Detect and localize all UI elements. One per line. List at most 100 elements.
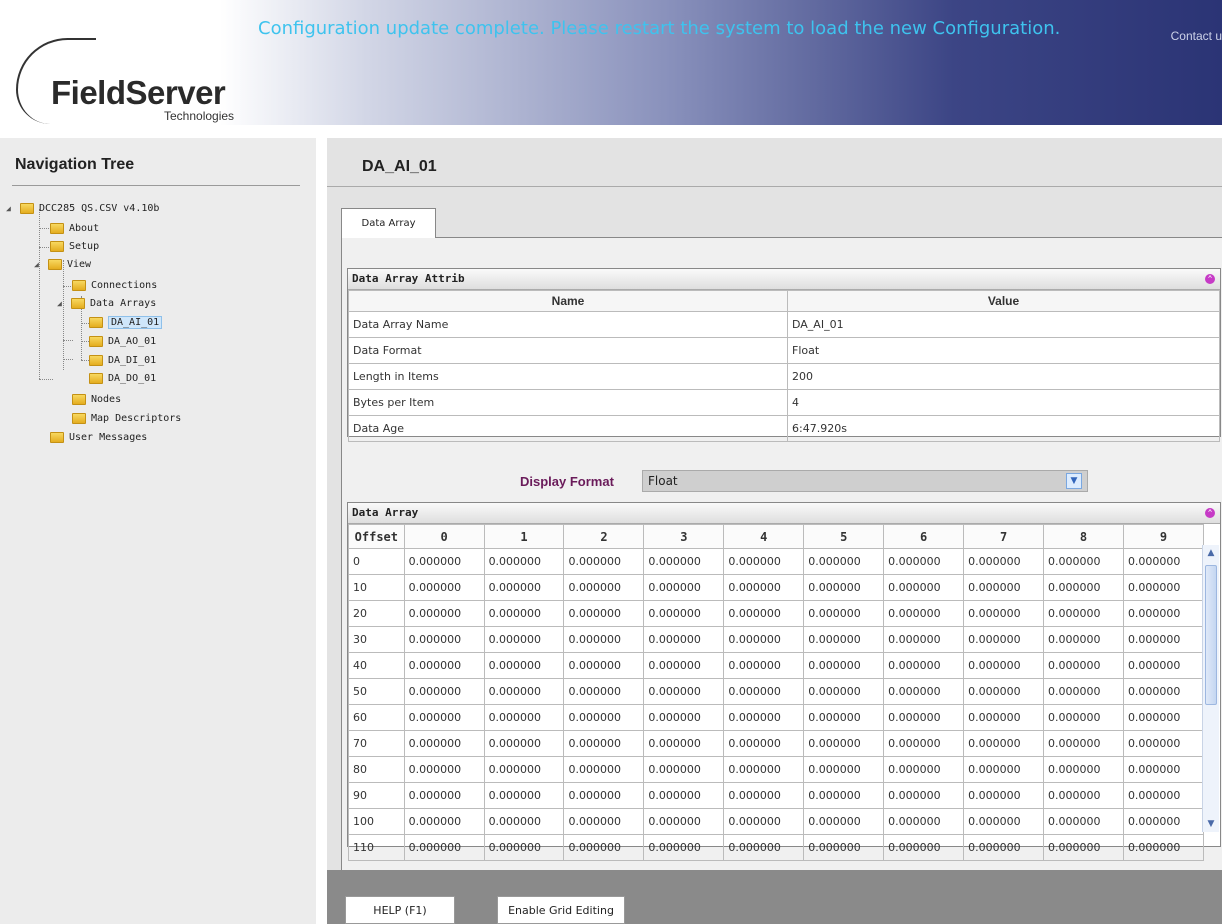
grid-value-cell[interactable]: 0.000000 xyxy=(963,730,1045,757)
grid-value-cell[interactable]: 0.000000 xyxy=(1122,756,1205,783)
grid-value-cell[interactable]: 0.000000 xyxy=(723,834,805,861)
grid-value-cell[interactable]: 0.000000 xyxy=(803,678,885,705)
grid-value-cell[interactable]: 0.000000 xyxy=(883,548,965,575)
grid-value-cell[interactable]: 0.000000 xyxy=(483,834,565,861)
grid-value-cell[interactable]: 0.000000 xyxy=(723,704,805,731)
grid-value-cell[interactable]: 0.000000 xyxy=(803,652,885,679)
grid-value-cell[interactable]: 0.000000 xyxy=(1122,548,1205,575)
grid-value-cell[interactable]: 0.000000 xyxy=(483,626,565,653)
grid-value-cell[interactable]: 0.000000 xyxy=(1043,782,1124,809)
grid-value-cell[interactable]: 0.000000 xyxy=(403,704,485,731)
tree-node-nodes-item[interactable]: Nodes xyxy=(72,391,121,408)
tree-node-map-descriptors[interactable]: Map Descriptors xyxy=(72,410,181,427)
grid-value-cell[interactable]: 0.000000 xyxy=(1122,782,1205,809)
grid-value-cell[interactable]: 0.000000 xyxy=(803,834,885,861)
grid-value-cell[interactable]: 0.000000 xyxy=(803,730,885,757)
grid-value-cell[interactable]: 0.000000 xyxy=(963,574,1045,601)
grid-value-cell[interactable]: 0.000000 xyxy=(963,782,1045,809)
collapse-icon[interactable]: ⌃ xyxy=(1205,274,1215,284)
grid-value-cell[interactable]: 0.000000 xyxy=(963,704,1045,731)
tree-node-setup[interactable]: Setup xyxy=(50,238,99,255)
tree-node-view[interactable]: ◢ View xyxy=(34,256,91,273)
grid-value-cell[interactable]: 0.000000 xyxy=(883,730,965,757)
grid-value-cell[interactable]: 0.000000 xyxy=(1122,834,1205,861)
grid-value-cell[interactable]: 0.000000 xyxy=(963,600,1045,627)
grid-value-cell[interactable]: 0.000000 xyxy=(403,626,485,653)
grid-value-cell[interactable]: 0.000000 xyxy=(963,626,1045,653)
grid-value-cell[interactable]: 0.000000 xyxy=(483,574,565,601)
grid-value-cell[interactable]: 0.000000 xyxy=(1043,704,1124,731)
grid-value-cell[interactable]: 0.000000 xyxy=(963,834,1045,861)
grid-value-cell[interactable]: 0.000000 xyxy=(1043,730,1124,757)
grid-value-cell[interactable]: 0.000000 xyxy=(883,652,965,679)
grid-value-cell[interactable]: 0.000000 xyxy=(563,834,645,861)
grid-value-cell[interactable]: 0.000000 xyxy=(643,834,725,861)
grid-value-cell[interactable]: 0.000000 xyxy=(723,678,805,705)
grid-value-cell[interactable]: 0.000000 xyxy=(563,548,645,575)
grid-value-cell[interactable]: 0.000000 xyxy=(483,730,565,757)
grid-value-cell[interactable]: 0.000000 xyxy=(883,834,965,861)
contact-link[interactable]: Contact u xyxy=(1171,29,1222,43)
grid-value-cell[interactable]: 0.000000 xyxy=(563,756,645,783)
grid-value-cell[interactable]: 0.000000 xyxy=(1043,678,1124,705)
grid-value-cell[interactable]: 0.000000 xyxy=(883,626,965,653)
help-button[interactable]: HELP (F1) xyxy=(345,896,455,924)
grid-value-cell[interactable]: 0.000000 xyxy=(643,730,725,757)
grid-value-cell[interactable]: 0.000000 xyxy=(1043,574,1124,601)
grid-value-cell[interactable]: 0.000000 xyxy=(723,600,805,627)
grid-value-cell[interactable]: 0.000000 xyxy=(883,704,965,731)
grid-value-cell[interactable]: 0.000000 xyxy=(563,652,645,679)
grid-value-cell[interactable]: 0.000000 xyxy=(963,808,1045,835)
scroll-thumb[interactable] xyxy=(1205,565,1217,705)
grid-value-cell[interactable]: 0.000000 xyxy=(723,548,805,575)
grid-value-cell[interactable]: 0.000000 xyxy=(723,808,805,835)
grid-value-cell[interactable]: 0.000000 xyxy=(723,782,805,809)
grid-value-cell[interactable]: 0.000000 xyxy=(1122,704,1205,731)
grid-value-cell[interactable]: 0.000000 xyxy=(1122,626,1205,653)
grid-value-cell[interactable]: 0.000000 xyxy=(403,548,485,575)
grid-value-cell[interactable]: 0.000000 xyxy=(1122,652,1205,679)
grid-value-cell[interactable]: 0.000000 xyxy=(1043,626,1124,653)
grid-scrollbar[interactable]: ▲ ▼ xyxy=(1202,545,1219,832)
grid-value-cell[interactable]: 0.000000 xyxy=(1043,652,1124,679)
grid-value-cell[interactable]: 0.000000 xyxy=(803,756,885,783)
grid-value-cell[interactable]: 0.000000 xyxy=(883,808,965,835)
grid-value-cell[interactable]: 0.000000 xyxy=(1122,600,1205,627)
grid-value-cell[interactable]: 0.000000 xyxy=(643,600,725,627)
grid-value-cell[interactable]: 0.000000 xyxy=(563,730,645,757)
scroll-up-icon[interactable]: ▲ xyxy=(1204,545,1218,561)
tree-node-da-ai-01[interactable]: DA_AI_01 xyxy=(89,314,163,331)
grid-value-cell[interactable]: 0.000000 xyxy=(963,756,1045,783)
grid-value-cell[interactable]: 0.000000 xyxy=(803,808,885,835)
grid-value-cell[interactable]: 0.000000 xyxy=(403,652,485,679)
grid-value-cell[interactable]: 0.000000 xyxy=(803,782,885,809)
grid-value-cell[interactable]: 0.000000 xyxy=(563,808,645,835)
grid-value-cell[interactable]: 0.000000 xyxy=(883,678,965,705)
collapse-icon[interactable]: ◢ xyxy=(57,299,65,308)
grid-value-cell[interactable]: 0.000000 xyxy=(643,782,725,809)
grid-value-cell[interactable]: 0.000000 xyxy=(643,652,725,679)
grid-value-cell[interactable]: 0.000000 xyxy=(883,782,965,809)
tree-node-da-di-01[interactable]: DA_DI_01 xyxy=(89,352,156,369)
grid-value-cell[interactable]: 0.000000 xyxy=(483,782,565,809)
grid-value-cell[interactable]: 0.000000 xyxy=(643,548,725,575)
display-format-select[interactable]: Float ▼ xyxy=(642,470,1088,492)
grid-value-cell[interactable]: 0.000000 xyxy=(643,808,725,835)
tree-node-user-messages[interactable]: User Messages xyxy=(50,429,147,446)
enable-grid-editing-button[interactable]: Enable Grid Editing xyxy=(497,896,625,924)
grid-value-cell[interactable]: 0.000000 xyxy=(883,600,965,627)
collapse-icon[interactable]: ◢ xyxy=(34,260,42,269)
grid-value-cell[interactable]: 0.000000 xyxy=(483,704,565,731)
grid-value-cell[interactable]: 0.000000 xyxy=(1122,574,1205,601)
grid-value-cell[interactable]: 0.000000 xyxy=(643,704,725,731)
tab-data-array[interactable]: Data Array xyxy=(341,208,436,238)
grid-value-cell[interactable]: 0.000000 xyxy=(483,652,565,679)
tree-node-data-arrays[interactable]: ◢ Data Arrays xyxy=(57,295,156,312)
grid-value-cell[interactable]: 0.000000 xyxy=(563,626,645,653)
grid-value-cell[interactable]: 0.000000 xyxy=(723,626,805,653)
grid-value-cell[interactable]: 0.000000 xyxy=(1122,808,1205,835)
grid-value-cell[interactable]: 0.000000 xyxy=(643,574,725,601)
grid-value-cell[interactable]: 0.000000 xyxy=(563,704,645,731)
grid-value-cell[interactable]: 0.000000 xyxy=(643,626,725,653)
tree-node-about[interactable]: About xyxy=(50,220,99,237)
